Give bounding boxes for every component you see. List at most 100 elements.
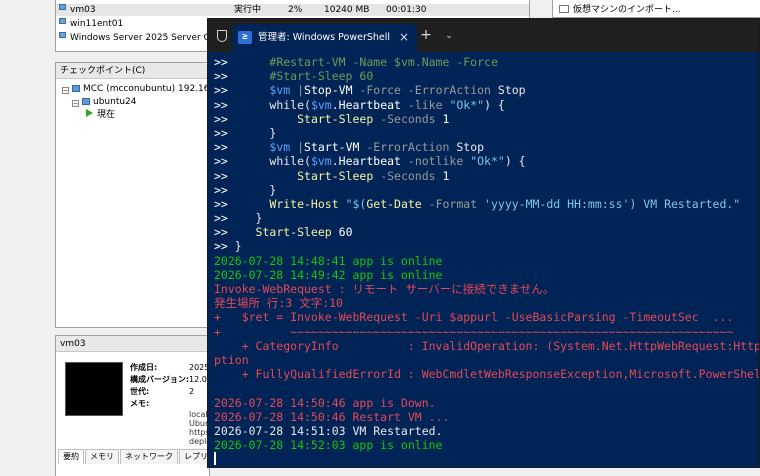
console-line: >> while($vm.Heartbeat -like "Ok*") { (214, 97, 759, 112)
console-text: -ErrorAction (359, 140, 450, 155)
vm-name: Windows Server 2025 Server Core (70, 33, 225, 43)
console-text: 2026-07-28 14:51:03 VM Restarted. (214, 423, 443, 438)
vm-row-vm03[interactable]: vm03 実行中 2% 10240 MB 00:01:30 (56, 4, 529, 16)
console-text: + CategoryInfo : InvalidOperation: (Syst… (241, 338, 760, 353)
checkpoint-root[interactable]: − MCC (mcconubuntu) 192.168.0. (62, 83, 227, 96)
admin-shield-icon (217, 30, 227, 42)
console-text: Heartbeat (338, 97, 401, 112)
console-text: Stop-VM (304, 83, 353, 98)
console-text: >> (214, 154, 270, 169)
console-line: >> } (214, 211, 759, 225)
generation-value: 2 (189, 387, 195, 396)
console-line: >> Write-Host "$(Get-Date -Format 'yyyy-… (214, 196, 759, 211)
console-text: 2026-07-28 14:49:42 app is online (214, 267, 443, 282)
console-text: >> (214, 239, 235, 254)
tab-summary[interactable]: 要約 (58, 449, 84, 464)
console-line: >> $vm |Start-VM -ErrorAction Stop (214, 140, 759, 155)
console-line: >> Start-Sleep 60 (214, 225, 759, 240)
console-line: + FullyQualifiedErrorId : WebCmdletWebRe… (214, 367, 759, 381)
config-version-label: 構成バージョン: (130, 375, 190, 384)
console-text: "Ok*" (442, 97, 485, 112)
console-line: + $ret = Invoke-WebRequest -Uri $appurl … (214, 310, 759, 324)
console-text: >> (214, 196, 270, 211)
checkpoint-icon (72, 85, 80, 92)
checkpoints-header: チェックポイント(C) (56, 63, 209, 79)
console-text: 1 (435, 168, 450, 183)
new-tab-button[interactable]: + (418, 26, 434, 44)
collapse-icon[interactable]: − (62, 87, 69, 94)
created-value: 2025 (189, 363, 209, 372)
console-line: >> } (214, 125, 759, 140)
notes-line: local (189, 410, 208, 419)
console-line: 2026-07-28 14:51:03 VM Restarted. (214, 423, 759, 438)
console-text: >> (214, 111, 298, 126)
console-text: } (269, 182, 277, 197)
vm-details-pane: vm03 作成日: 構成バージョン: 世代: メモ: 2025 12.0 2 l… (55, 335, 229, 476)
console-text: Start-Sleep (297, 168, 374, 183)
vm-memory: 10240 MB (324, 5, 370, 15)
console-line: >> } (214, 239, 759, 254)
checkpoint-current[interactable]: 現在 (62, 109, 227, 122)
vm-cpu: 2% (288, 5, 303, 15)
notes-line: deplo (189, 437, 209, 446)
details-header: vm03 (56, 336, 209, 352)
console-line: + ~~~~~~~~~~~~~~~~~~~~~~~~~~~~~~~~~~~~~~… (214, 325, 759, 339)
vm-status-icon (59, 4, 66, 10)
console-text: -Seconds (373, 111, 436, 126)
vm-thumbnail[interactable] (65, 362, 123, 416)
console-text: ption (214, 352, 249, 367)
action-import-label: 仮想マシンのインポート... (573, 5, 681, 15)
vm-name: win11ent01 (70, 19, 124, 29)
powershell-terminal-window[interactable]: ≥ 管理者: Windows PowerShell × + ⌄ >> #Rest… (207, 18, 760, 468)
console-text: Start-Sleep (297, 111, 374, 126)
console-text: >> (214, 125, 270, 140)
collapse-icon[interactable]: − (72, 100, 79, 107)
console-text: $vm (269, 83, 291, 98)
checkpoint-child[interactable]: − ubuntu24 (62, 96, 227, 109)
checkpoints-pane: チェックポイント(C) − MCC (mcconubuntu) 192.168.0… (55, 62, 227, 328)
tab-powershell[interactable]: ≥ 管理者: Windows PowerShell × (232, 24, 417, 52)
console-text: } (269, 125, 277, 140)
console-text: >> (214, 55, 270, 69)
console-text: >> (214, 69, 270, 84)
console-text: 2026-07-28 14:50:46 app is Down. (214, 395, 436, 410)
console-text: 1 (435, 111, 450, 126)
console-line: Invoke-WebRequest : リモート サーバーに接続できません。 (214, 282, 759, 296)
prompt-line[interactable] (214, 452, 759, 466)
close-tab-icon[interactable]: × (399, 30, 409, 44)
tab-title: 管理者: Windows PowerShell (258, 32, 391, 43)
details-labels: 作成日: 構成バージョン: 世代: メモ: (130, 362, 189, 410)
console-text: } (234, 239, 242, 254)
console-text: -like (400, 97, 443, 112)
terminal-titlebar[interactable]: ≥ 管理者: Windows PowerShell × + ⌄ (208, 19, 759, 52)
vm-status-icon (59, 18, 66, 24)
created-label: 作成日: (130, 363, 158, 372)
console-text: -Force -ErrorAction (352, 83, 491, 98)
console-text: | (290, 83, 305, 98)
powershell-icon: ≥ (238, 31, 252, 44)
console-line: 発生場所 行:3 文字:10 (214, 296, 759, 310)
console-text: ) VM Restarted." (629, 196, 741, 211)
console-text: Invoke-WebRequest : リモート サーバーに接続できません。 (214, 282, 555, 296)
vm-name: vm03 (70, 5, 96, 15)
console-line: >> Start-Sleep -Seconds 1 (214, 111, 759, 126)
vm-state: 実行中 (234, 5, 262, 15)
tab-memory[interactable]: メモリ (85, 449, 119, 464)
console-line: >> while($vm.Heartbeat -notlike "Ok*") { (214, 154, 759, 169)
text-cursor (214, 452, 216, 466)
console-text: Start-Sleep (255, 225, 332, 240)
console-text: >> (214, 225, 256, 240)
console-text: 60 (331, 225, 353, 240)
action-import-vm[interactable]: 仮想マシンのインポート... (559, 2, 681, 15)
console-text: Start-VM (304, 140, 360, 155)
console-output[interactable]: >> #Restart-VM -Name $vm.Name -Force >> #… (208, 54, 760, 467)
console-text: Stop (449, 140, 485, 155)
console-text: . (331, 97, 339, 112)
console-text: -notlike (400, 154, 464, 169)
tab-network[interactable]: ネットワーク (120, 449, 178, 464)
console-text: | (290, 140, 305, 155)
notes-label: メモ: (130, 399, 150, 408)
console-line: 2026-07-28 14:50:46 Restart VM ... (214, 410, 759, 424)
tab-dropdown-icon[interactable]: ⌄ (442, 27, 456, 45)
